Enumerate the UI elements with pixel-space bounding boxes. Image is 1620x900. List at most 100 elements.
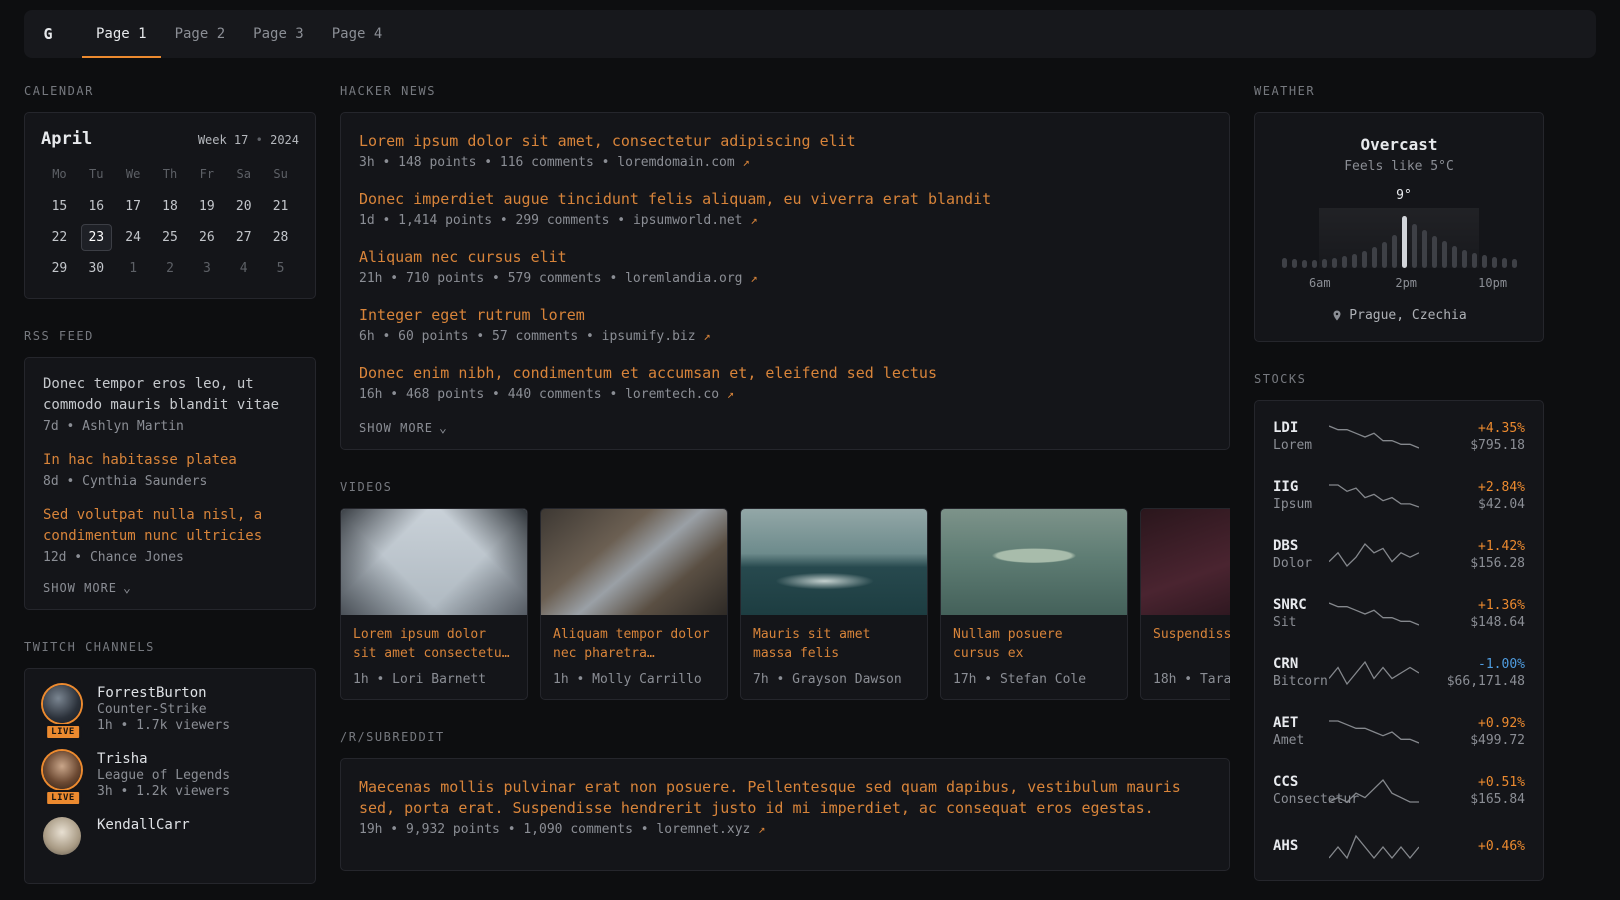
stock-ticker[interactable]: IIG [1273, 479, 1329, 495]
calendar-day: 4 [228, 255, 259, 282]
subreddit-item-title[interactable]: Maecenas mollis pulvinar erat non posuer… [359, 777, 1211, 819]
hackernews-item-title[interactable]: Lorem ipsum dolor sit amet, consectetur … [359, 131, 1211, 152]
rss-item[interactable]: Donec tempor eros leo, ut commodo mauris… [43, 374, 297, 434]
rss-item-title[interactable]: Sed volutpat nulla nisl, a condimentum n… [43, 505, 297, 547]
stock-row[interactable]: CRN Bitcorn -1.00% $66,171.48 [1273, 643, 1525, 702]
weather-card: Overcast Feels like 5°C 9° 6am 2pm 10pm … [1254, 112, 1544, 342]
left-column: CALENDAR April Week 17 • 2024 MoTuWeThFr… [24, 84, 316, 900]
hackernews-item-title[interactable]: Aliquam nec cursus elit [359, 247, 1211, 268]
video-thumbnail[interactable] [541, 509, 727, 615]
stock-change: -1.00% [1433, 657, 1525, 672]
external-link-icon: ↗ [750, 213, 757, 227]
stock-row[interactable]: CCS Consectetur +0.51% $165.84 [1273, 761, 1525, 820]
stock-ticker[interactable]: CRN [1273, 656, 1329, 672]
stock-info: AHS [1273, 838, 1329, 856]
stock-ticker[interactable]: SNRC [1273, 597, 1329, 613]
twitch-channel-name[interactable]: Trisha [97, 751, 230, 767]
weather-location-text: Prague, Czechia [1349, 308, 1466, 323]
video-card[interactable]: Aliquam tempor dolor nec pharetra… 1h • … [540, 508, 728, 700]
twitch-channel-row[interactable]: LIVE Trisha League of Legends 3h • 1.2k … [43, 751, 297, 799]
hackernews-item-title[interactable]: Donec imperdiet augue tincidunt felis al… [359, 189, 1211, 210]
stocks-card: LDI Lorem +4.35% $795.18 [1254, 400, 1544, 881]
stock-sparkline [1329, 600, 1419, 628]
stock-name: Ipsum [1273, 497, 1329, 512]
page-tab[interactable]: Page 2 [161, 10, 240, 58]
stock-row[interactable]: AHS +0.46% [1273, 820, 1525, 874]
stock-ticker[interactable]: DBS [1273, 538, 1329, 554]
calendar-weekday: Fr [188, 163, 225, 185]
stock-ticker[interactable]: LDI [1273, 420, 1329, 436]
video-card[interactable]: Suspendisse diam 18h • Tara [1140, 508, 1230, 700]
stock-row[interactable]: LDI Lorem +4.35% $795.18 [1273, 407, 1525, 466]
video-title[interactable]: Nullam posuere cursus ex [953, 626, 1115, 664]
hackernews-show-more-button[interactable]: SHOW MORE⌄ [359, 421, 1211, 435]
stock-ticker[interactable]: AHS [1273, 838, 1329, 854]
video-thumbnail[interactable] [341, 509, 527, 615]
twitch-avatar[interactable] [43, 685, 81, 723]
twitch-channel-category[interactable]: League of Legends [97, 768, 230, 783]
video-title[interactable]: Suspendisse diam [1153, 626, 1230, 664]
hackernews-item-title[interactable]: Donec enim nibh, condimentum et accumsan… [359, 363, 1211, 384]
live-badge: LIVE [45, 724, 81, 740]
hackernews-item-domain[interactable]: ipsumify.biz [602, 329, 696, 344]
video-thumbnail[interactable] [741, 509, 927, 615]
hackernews-item: Lorem ipsum dolor sit amet, consectetur … [359, 131, 1211, 170]
weather-section-title: WEATHER [1254, 84, 1544, 98]
twitch-avatar[interactable] [43, 751, 81, 789]
page-tab[interactable]: Page 1 [82, 10, 161, 58]
stock-row[interactable]: AET Amet +0.92% $499.72 [1273, 702, 1525, 761]
stock-ticker[interactable]: AET [1273, 715, 1329, 731]
weather-time-label: 10pm [1478, 276, 1507, 290]
subreddit-item-domain[interactable]: loremnet.xyz [656, 822, 750, 837]
stock-ticker[interactable]: CCS [1273, 774, 1329, 790]
stock-name: Consectetur [1273, 792, 1329, 807]
video-title[interactable]: Mauris sit amet massa felis [753, 626, 915, 664]
video-title[interactable]: Lorem ipsum dolor sit amet consectetu… [353, 626, 515, 664]
stock-values: +0.51% $165.84 [1433, 775, 1525, 807]
stock-row[interactable]: DBS Dolor +1.42% $156.28 [1273, 525, 1525, 584]
hackernews-item-domain[interactable]: loremdomain.com [617, 155, 734, 170]
stock-sparkline [1329, 423, 1419, 451]
weather-bar [1469, 208, 1479, 268]
video-card[interactable]: Mauris sit amet massa felis 7h • Grayson… [740, 508, 928, 700]
stock-row[interactable]: IIG Ipsum +2.84% $42.04 [1273, 466, 1525, 525]
rss-item-title[interactable]: Donec tempor eros leo, ut commodo mauris… [43, 374, 297, 416]
weather-bar [1459, 208, 1469, 268]
rss-item-title[interactable]: In hac habitasse platea [43, 450, 297, 471]
twitch-avatar-wrap: LIVE [43, 817, 83, 855]
hackernews-list: Lorem ipsum dolor sit amet, consectetur … [359, 131, 1211, 402]
stock-row[interactable]: SNRC Sit +1.36% $148.64 [1273, 584, 1525, 643]
app-logo[interactable]: G [24, 10, 72, 58]
weather-bar [1439, 208, 1449, 268]
twitch-channel-name[interactable]: KendallCarr [97, 817, 190, 833]
calendar-weekday: Th [152, 163, 189, 185]
rss-item[interactable]: In hac habitasse platea 8d • Cynthia Sau… [43, 450, 297, 489]
video-thumbnail[interactable] [1141, 509, 1230, 615]
video-card-body: Mauris sit amet massa felis 7h • Grayson… [741, 615, 927, 699]
twitch-channel-row[interactable]: LIVE KendallCarr [43, 817, 297, 855]
page-tab[interactable]: Page 4 [318, 10, 397, 58]
video-thumbnail[interactable] [941, 509, 1127, 615]
twitch-channel-row[interactable]: LIVE ForrestBurton Counter-Strike 1h • 1… [43, 685, 297, 733]
calendar-weekday: Tu [78, 163, 115, 185]
hackernews-item-domain[interactable]: loremlandia.org [625, 271, 742, 286]
hackernews-item-title[interactable]: Integer eget rutrum lorem [359, 305, 1211, 326]
rss-item[interactable]: Sed volutpat nulla nisl, a condimentum n… [43, 505, 297, 565]
hackernews-item-meta: 3h • 148 points • 116 comments • loremdo… [359, 155, 1211, 170]
rss-show-more-button[interactable]: SHOW MORE⌄ [43, 581, 297, 595]
stock-change: +0.92% [1433, 716, 1525, 731]
page-tabs: Page 1 Page 2 Page 3 Page 4 [82, 10, 396, 58]
video-card[interactable]: Lorem ipsum dolor sit amet consectetu… 1… [340, 508, 528, 700]
hackernews-item-domain[interactable]: ipsumworld.net [633, 213, 743, 228]
weather-bar [1299, 208, 1309, 268]
calendar-day: 17 [118, 193, 149, 220]
page-tab[interactable]: Page 3 [239, 10, 318, 58]
twitch-channel-category[interactable]: Counter-Strike [97, 702, 230, 717]
weather-time-labels: 6am 2pm 10pm [1279, 276, 1519, 292]
video-card[interactable]: Nullam posuere cursus ex 17h • Stefan Co… [940, 508, 1128, 700]
twitch-channel-name[interactable]: ForrestBurton [97, 685, 230, 701]
hackernews-item-domain[interactable]: loremtech.co [625, 387, 719, 402]
weather-peak-label: 9° [1396, 188, 1412, 203]
video-title[interactable]: Aliquam tempor dolor nec pharetra… [553, 626, 715, 664]
twitch-avatar[interactable] [43, 817, 81, 855]
